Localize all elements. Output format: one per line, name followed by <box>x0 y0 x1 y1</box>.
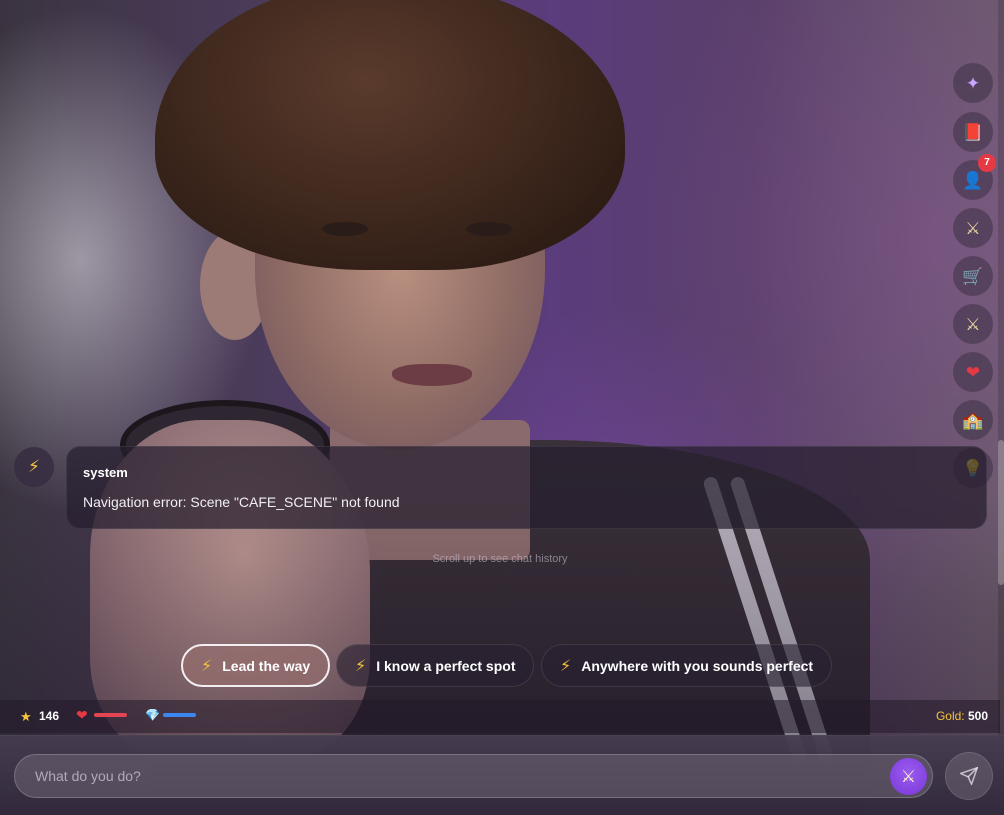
health-bar-fill <box>94 713 127 717</box>
action-mode-button[interactable]: ⚔ <box>890 758 927 795</box>
chat-message: system Navigation error: Scene "CAFE_SCE… <box>66 446 987 529</box>
location-button[interactable]: 🏫 <box>953 400 993 440</box>
battle-icon: ⚔ <box>965 314 981 334</box>
sparkle-button[interactable]: ✦ <box>953 63 993 103</box>
notification-badge: 7 <box>978 154 996 172</box>
lightning-icon: ⚡ <box>28 457 40 476</box>
scene-background <box>0 0 1004 815</box>
profile-icon: 👤 <box>962 170 984 190</box>
profile-button[interactable]: 👤 7 <box>953 154 996 200</box>
quests-button[interactable]: ⚔ <box>953 208 993 248</box>
book-icon: 📕 <box>962 122 984 142</box>
mana-bar-fill <box>163 713 196 717</box>
scene-shade <box>0 0 1004 815</box>
gold-value: 500 <box>967 709 988 723</box>
shop-button[interactable]: 🛒 <box>953 256 993 296</box>
suggestion-chip-anywhere-with-you[interactable]: ⚡ Anywhere with you sounds perfect <box>541 644 833 687</box>
message-sender: system <box>83 465 128 480</box>
gem-icon: 💎 <box>145 708 160 722</box>
building-icon: 🏫 <box>962 410 984 430</box>
send-button[interactable] <box>945 752 993 800</box>
crossed-swords-icon: ⚔ <box>965 218 981 238</box>
send-icon <box>959 766 979 786</box>
gold-label: Gold: <box>935 709 965 723</box>
suggestion-chip-lead-the-way[interactable]: ⚡ Lead the way <box>181 644 331 687</box>
scrollbar-thumb[interactable] <box>998 440 1004 585</box>
system-avatar: ⚡ <box>14 447 54 487</box>
lightning-icon: ⚡ <box>201 657 213 675</box>
story-book-button[interactable]: 📕 <box>953 112 993 152</box>
shopping-cart-icon: 🛒 <box>962 266 984 286</box>
input-bar: ⚔ <box>0 735 1004 815</box>
action-input-wrapper: ⚔ <box>14 754 933 798</box>
health-bar <box>94 713 127 717</box>
heart-icon: ❤ <box>965 362 981 382</box>
battle-button[interactable]: ⚔ <box>953 304 993 344</box>
heart-icon: ❤ <box>76 707 88 723</box>
suggestion-label: I know a perfect spot <box>376 657 516 674</box>
scrollbar[interactable] <box>998 0 1004 735</box>
sparkle-icon: ✦ <box>965 73 981 93</box>
crossed-swords-icon: ⚔ <box>900 766 917 786</box>
lightning-icon: ⚡ <box>560 657 572 675</box>
gold-display: Gold: 500 <box>936 709 988 723</box>
star-icon: ★ <box>20 709 32 724</box>
relationship-button[interactable]: ❤ <box>953 352 993 392</box>
xp-value: 146 <box>39 709 60 723</box>
message-text: Navigation error: Scene "CAFE_SCENE" not… <box>83 494 400 510</box>
lightning-icon: ⚡ <box>355 657 367 675</box>
stats-bar: ★ 146 ❤ 💎 Gold: 500 <box>0 700 1000 733</box>
mana-bar <box>163 713 196 717</box>
suggestion-label: Anywhere with you sounds perfect <box>581 657 814 674</box>
suggestion-label: Lead the way <box>222 657 311 674</box>
action-input[interactable] <box>15 755 875 797</box>
suggestion-chip-perfect-spot[interactable]: ⚡ I know a perfect spot <box>336 644 535 687</box>
chat-history-hint: Scroll up to see chat history <box>432 553 568 565</box>
